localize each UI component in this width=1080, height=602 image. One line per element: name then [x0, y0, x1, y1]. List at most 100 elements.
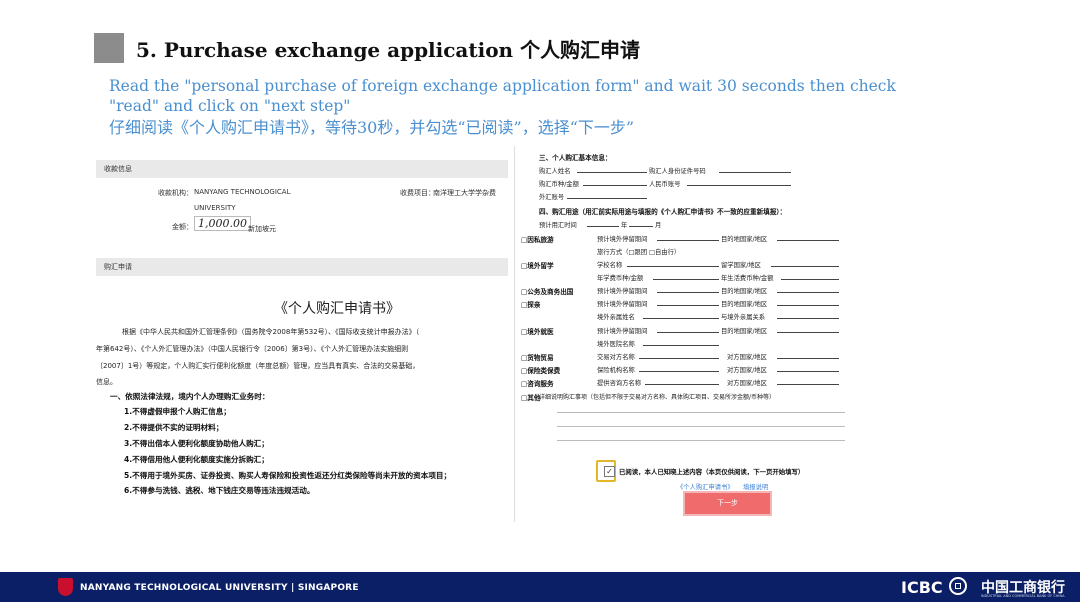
purpose-field-line	[771, 259, 839, 267]
other-detail-label: 详细说明购汇事项（包括但不限于交易对方名称、具体购汇项目、交易所涉金额/币种等）	[539, 394, 776, 401]
duty-item: 5.不得用于境外买房、证券投资、购买人寿保险和投资性返还分红类保险等尚未开放的资…	[124, 471, 452, 480]
purpose-field-line	[643, 311, 719, 319]
document-title: 《个人购汇申请书》	[274, 301, 400, 317]
help-link[interactable]: 填报说明	[743, 482, 768, 491]
duty-item: 4.不得借用他人便利化额度实施分拆购汇；	[124, 455, 269, 464]
purpose-field-label: 预计境外停留期间	[597, 288, 648, 295]
purpose-field-label: 交易对方名称	[597, 354, 635, 361]
purpose-field-line	[657, 298, 719, 306]
payment-info-screenshot: 收款信息 收款机构： NANYANG TECHNOLOGICAL UNIVERS…	[96, 160, 508, 498]
purpose-field-line	[777, 285, 839, 293]
doc-line-2: 年第642号）、《个人外汇管理办法》（中国人民银行令〔2006〕第3号）、《个人…	[96, 345, 409, 353]
purpose-field-label: 预计境外停留期间	[597, 301, 648, 308]
other-detail-line	[557, 440, 845, 441]
purpose-trade: □货物贸易	[521, 354, 554, 362]
date-label: 预计用汇时间	[539, 222, 577, 229]
purpose-field-line	[777, 325, 839, 333]
purpose-business: □公务及商务出国	[521, 288, 574, 296]
purpose-field-label: 提供咨询方名称	[597, 380, 642, 387]
purpose-field-line	[639, 351, 719, 359]
currency-label: 新加坡元	[248, 225, 276, 233]
purpose-field-label: 与境外亲属关系	[721, 314, 766, 321]
application-form-link[interactable]: 《个人购汇申请书》	[677, 482, 734, 491]
purpose-field-label: 目的地国家/地区	[721, 236, 768, 243]
purpose-field-line	[777, 377, 839, 385]
item-value: 南洋理工大学学杂费	[433, 189, 496, 197]
purpose-field-line	[777, 298, 839, 306]
purpose-field-label: 目的地国家/地区	[721, 288, 768, 295]
fx-account-field	[567, 191, 647, 199]
purpose-consulting: □咨询服务	[521, 380, 554, 388]
purpose-field-label: 目的地国家/地区	[721, 328, 768, 335]
purpose-field-label: 目的地国家/地区	[721, 301, 768, 308]
currency-amount-field	[583, 178, 647, 186]
purpose-field-line	[643, 338, 719, 346]
purpose-field-label: 预计境外停留期间	[597, 328, 648, 335]
purpose-study: □境外留学	[521, 262, 554, 270]
icbc-emblem-inner-icon	[955, 583, 961, 589]
purpose-field-label: 境外亲属姓名	[597, 314, 635, 321]
section-basic-info: 三、个人购汇基本信息：	[539, 154, 612, 162]
section-purpose: 四、购汇用途（用汇前实际用途与填报的《个人购汇申请书》不一致的应重新填报）：	[539, 208, 787, 216]
payee-value-1: NANYANG TECHNOLOGICAL	[194, 188, 291, 196]
id-field	[719, 165, 791, 173]
year-label: 年	[621, 222, 628, 229]
rmb-account-field	[687, 178, 791, 186]
currency-amount-label: 购汇币种/金额	[539, 181, 579, 188]
amount-label: 金额：	[172, 223, 193, 231]
next-step-button[interactable]: 下一步	[683, 491, 772, 516]
instruction-line-1: Read the "personal purchase of foreign e…	[109, 77, 896, 95]
purpose-field-label: 对方国家/地区	[727, 367, 767, 374]
application-header: 购汇申请	[96, 258, 508, 276]
purpose-travel: □因私旅游	[521, 236, 554, 244]
duties-heading: 一、依照法律法规，境内个人办理购汇业务时：	[110, 392, 270, 401]
doc-line-4: 信息。	[96, 378, 117, 386]
purpose-field-label: 留学国家/地区	[721, 262, 761, 269]
purpose-field-line	[627, 259, 719, 267]
name-label: 购汇人姓名	[539, 168, 571, 175]
purpose-field-label: 对方国家/地区	[727, 354, 767, 361]
purpose-field-line	[777, 351, 839, 359]
purpose-field-line	[639, 364, 719, 372]
travel-mode-label: 旅行方式（□跟团 □自由行）	[597, 249, 681, 256]
purpose-field-line	[657, 285, 719, 293]
purpose-field-line	[657, 233, 719, 241]
name-field	[577, 165, 647, 173]
slide-title: 5. Purchase exchange application 个人购汇申请	[136, 38, 641, 62]
duty-item: 2.不得提供不实的证明材料；	[124, 423, 224, 432]
ntu-crest-icon	[58, 578, 73, 596]
payee-value-2: UNIVERSITY	[194, 204, 236, 212]
purpose-field-line	[645, 377, 719, 385]
payee-label: 收款机构：	[158, 189, 193, 197]
purpose-field-line	[777, 311, 839, 319]
duty-item: 3.不得出借本人便利化额度协助他人购汇；	[124, 439, 269, 448]
purpose-field-label: 对方国家/地区	[727, 380, 767, 387]
year-field	[587, 219, 619, 227]
purpose-family: □探亲	[521, 301, 541, 309]
purpose-field-label: 保险机构名称	[597, 367, 635, 374]
purpose-field-label: 境外医院名称	[597, 341, 635, 348]
read-confirmation-text: 已阅读，本人已知晓上述内容（本页仅供阅读，下一页开始填写）	[619, 468, 805, 476]
other-detail-line	[557, 426, 845, 427]
rmb-account-label: 人民币账号	[649, 181, 681, 188]
other-detail-line	[557, 412, 845, 413]
duty-item: 1.不得虚假申报个人购汇信息；	[124, 407, 231, 416]
icbc-logo-text: ICBC	[901, 578, 943, 597]
ntu-label: NANYANG TECHNOLOGICAL UNIVERSITY | SINGA…	[80, 583, 359, 593]
month-label: 月	[655, 222, 662, 229]
icbc-english-name: INDUSTRIAL AND COMMERCIAL BANK OF CHINA	[981, 594, 1065, 598]
fx-account-label: 外汇账号	[539, 194, 565, 201]
read-checkbox[interactable]: ✓	[604, 466, 615, 477]
title-marker	[94, 33, 124, 63]
instruction-line-2: "read" and click on "next step"	[109, 97, 351, 115]
item-label: 收费项目：	[400, 189, 435, 197]
purpose-field-label: 年生活费币种/金额	[721, 275, 774, 282]
month-field	[629, 219, 653, 227]
purpose-other: □其他	[521, 394, 541, 402]
purpose-field-line	[653, 272, 719, 280]
doc-line-1: 根据《中华人民共和国外汇管理条例》（国务院令2008年第532号）、《国际收支统…	[122, 328, 420, 336]
purpose-field-label: 年学费币种/金额	[597, 275, 644, 282]
purpose-field-label: 学校名称	[597, 262, 623, 269]
purpose-field-line	[781, 272, 839, 280]
payee-header: 收款信息	[96, 160, 508, 178]
